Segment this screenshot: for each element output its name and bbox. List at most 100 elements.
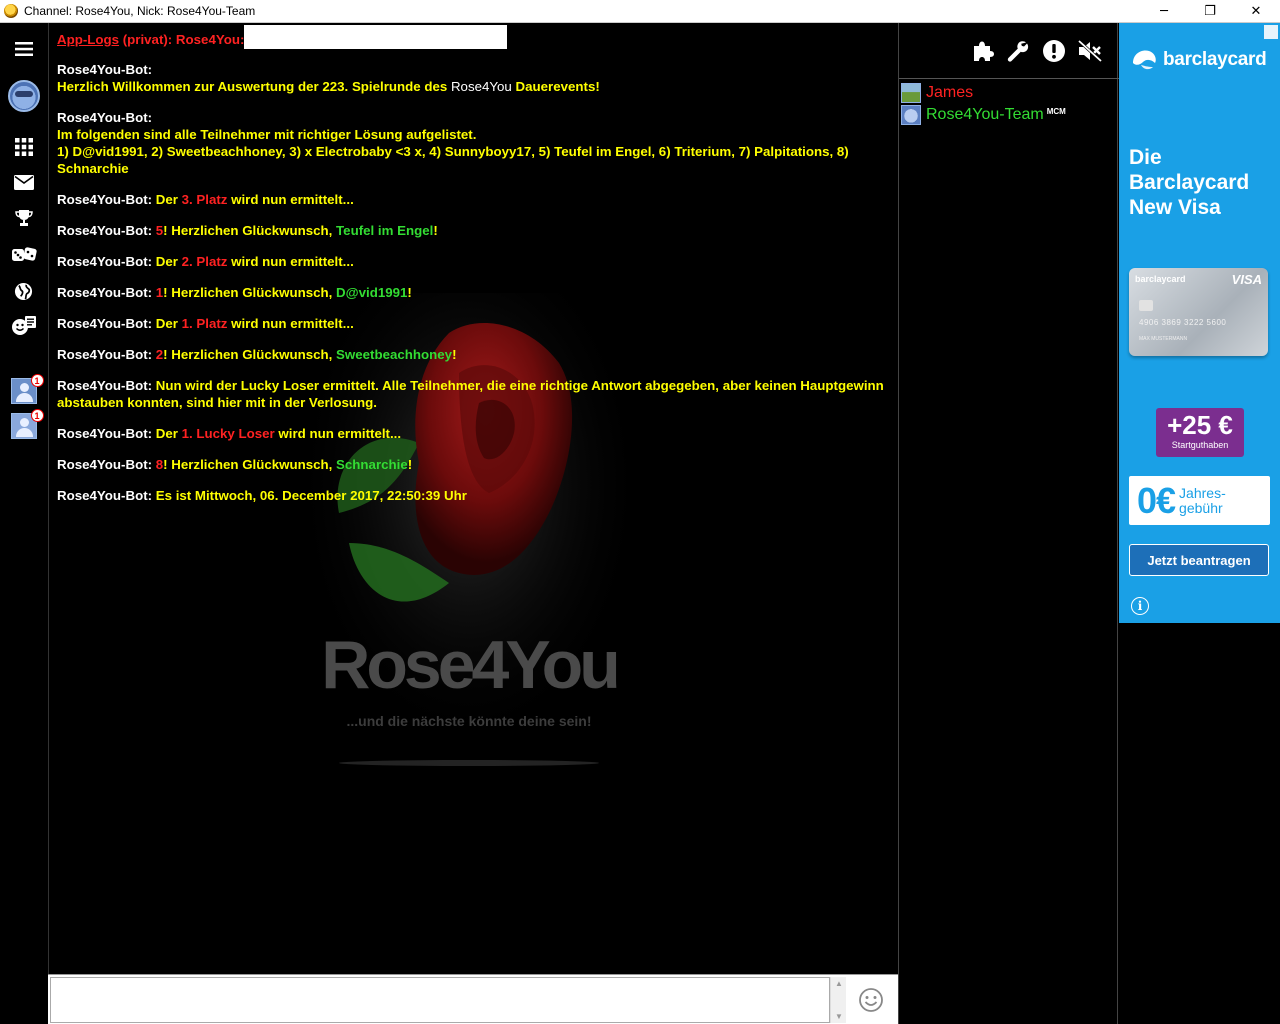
- private-chat-1[interactable]: 1: [0, 374, 47, 406]
- message-winner-name: Schnarchie: [336, 457, 408, 473]
- minimize-button[interactable]: ─: [1141, 0, 1187, 23]
- scroll-down-arrow-icon[interactable]: ▼: [835, 1012, 843, 1021]
- user-name: Rose4You-Team: [926, 106, 1044, 123]
- puzzle-icon: [974, 41, 994, 61]
- user-list-panel: James Rose4You-Team MCM: [898, 23, 1119, 1024]
- notification-badge: 1: [30, 374, 44, 387]
- hamburger-icon: [14, 42, 33, 56]
- app-icon: [4, 4, 18, 18]
- message-sender: Rose4You-Bot:: [57, 285, 153, 301]
- ad-apply-button[interactable]: Jetzt beantragen: [1129, 544, 1269, 576]
- ad-bonus-amount: +25 €: [1167, 410, 1233, 440]
- window-title: Channel: Rose4You, Nick: Rose4You-Team: [24, 4, 256, 18]
- applog-link[interactable]: App-Logs: [57, 32, 119, 47]
- ad-fee-box: 0€ Jahres-gebühr: [1129, 476, 1270, 525]
- message-highlight: 1. Lucky Loser: [181, 426, 275, 442]
- notification-badge: 1: [30, 409, 44, 422]
- ad-headline-line: New Visa: [1129, 196, 1221, 219]
- message-text: ! Herzlichen Glückwunsch,: [163, 457, 337, 473]
- message-number: 2: [152, 347, 164, 363]
- message-text: !: [407, 285, 412, 301]
- trophy-icon: [14, 210, 33, 226]
- messages-button[interactable]: [0, 171, 47, 193]
- message-input[interactable]: [50, 977, 830, 1023]
- ad-brand-name: barclaycard: [1163, 49, 1267, 70]
- chat-message: Rose4You-Bot: 1! Herzlichen Glückwunsch,…: [57, 284, 887, 301]
- message-text: Nun wird der Lucky Loser ermittelt. Alle…: [57, 378, 884, 411]
- message-winner-name: Teufel im Engel: [336, 223, 434, 239]
- trophy-button[interactable]: [0, 207, 47, 229]
- message-sender: Rose4You-Bot:: [57, 347, 153, 363]
- emoji-button[interactable]: [858, 987, 884, 1013]
- message-text: Der: [152, 192, 182, 208]
- user-list-item[interactable]: Rose4You-Team MCM: [901, 104, 1115, 126]
- ad-fee-amount: 0€: [1137, 479, 1176, 521]
- chat-message: Rose4You-Bot: 2! Herzlichen Glückwunsch,…: [57, 346, 887, 363]
- eagle-logo-icon: [1133, 50, 1156, 70]
- chat-message: Rose4You-Bot: Der 1. Platz wird nun ermi…: [57, 315, 887, 332]
- report-button[interactable]: [1040, 37, 1068, 65]
- settings-button[interactable]: [1004, 37, 1032, 65]
- chat-message: Rose4You-Bot: Es ist Mittwoch, 06. Decem…: [57, 487, 887, 504]
- plugins-button[interactable]: [969, 37, 997, 65]
- alert-icon: [1043, 40, 1065, 62]
- apps-button[interactable]: [0, 136, 47, 158]
- message-sender: Rose4You-Bot:: [57, 426, 153, 442]
- user-name: James: [926, 84, 974, 101]
- dice-icon: [11, 247, 37, 261]
- info-icon[interactable]: i: [1131, 597, 1149, 615]
- message-sender: Rose4You-Bot:: [57, 254, 153, 270]
- chat-message: Rose4You-Bot: Nun wird der Lucky Loser e…: [57, 377, 887, 411]
- message-highlight: 2. Platz: [181, 254, 228, 270]
- sound-toggle-button[interactable]: [1076, 37, 1104, 65]
- message-text: Der: [152, 426, 182, 442]
- message-number: 8: [152, 457, 164, 473]
- channel-toolbar: [899, 23, 1119, 79]
- message-text: Es ist Mittwoch, 06. December 2017, 22:5…: [152, 488, 467, 504]
- message-text: Dauerevents!: [511, 79, 600, 95]
- message-text: !: [407, 457, 413, 473]
- games-button[interactable]: [0, 243, 47, 267]
- chat-message: Rose4You-Bot: Im folgenden sind alle Tei…: [57, 109, 887, 177]
- scroll-up-arrow-icon[interactable]: ▲: [835, 979, 843, 988]
- message-text: ! Herzlichen Glückwunsch,: [163, 347, 337, 363]
- message-sender: Rose4You-Bot:: [57, 110, 153, 126]
- smiley-chat-icon: [11, 316, 36, 335]
- private-chat-2[interactable]: 1: [0, 409, 47, 441]
- chat-message: Rose4You-Bot: Herzlich Willkommen zur Au…: [57, 61, 887, 95]
- ad-headline: Die Barclaycard New Visa: [1129, 145, 1249, 220]
- user-avatar-icon: 1: [10, 374, 44, 404]
- restore-button[interactable]: ❐: [1187, 0, 1233, 23]
- message-text: wird nun ermittelt...: [227, 192, 354, 208]
- applog-line: App-Logs (privat): Rose4You:: [57, 25, 887, 50]
- message-text: ! Herzlichen Glückwunsch,: [163, 223, 337, 239]
- message-sender: Rose4You-Bot:: [57, 457, 153, 473]
- chat-message: Rose4You-Bot: Der 1. Lucky Loser wird nu…: [57, 425, 887, 442]
- menu-button[interactable]: [0, 37, 47, 61]
- message-text: wird nun ermittelt...: [274, 426, 402, 442]
- adchoices-icon[interactable]: [1264, 25, 1278, 39]
- advertisement-banner[interactable]: barclaycard Die Barclaycard New Visa bar…: [1119, 23, 1280, 623]
- background-tagline-text: ...und die nächste könnte deine sein!: [346, 713, 591, 729]
- message-sender: Rose4You-Bot:: [57, 316, 153, 332]
- ad-bonus-label: Startguthaben: [1171, 440, 1229, 450]
- user-list-item[interactable]: James: [901, 82, 1115, 104]
- left-sidebar: 1 1: [0, 23, 47, 1024]
- message-text: Der: [152, 254, 182, 270]
- input-scrollbar[interactable]: ▲ ▼: [830, 977, 846, 1023]
- chat-message: Rose4You-Bot: Der 3. Platz wird nun ermi…: [57, 191, 887, 208]
- message-sender: Rose4You-Bot:: [57, 223, 153, 239]
- ad-headline-line: Die: [1129, 146, 1162, 169]
- channels-button[interactable]: [0, 279, 47, 303]
- message-text: ! Herzlichen Glückwunsch,: [163, 285, 337, 301]
- ad-bonus-badge: +25 € Startguthaben: [1156, 408, 1244, 457]
- message-highlight: 3. Platz: [181, 192, 228, 208]
- card-network: VISA: [1231, 272, 1262, 287]
- profile-avatar-button[interactable]: [0, 78, 47, 114]
- message-text: 1) D@vid1991, 2) Sweetbeachhoney, 3) x E…: [57, 144, 849, 177]
- close-button[interactable]: ✕: [1233, 0, 1279, 23]
- message-text-brand: Rose4You: [450, 79, 512, 95]
- avatar: [7, 80, 40, 112]
- smiley-chat-button[interactable]: [0, 313, 47, 339]
- message-input-bar: ▲ ▼: [48, 974, 898, 1024]
